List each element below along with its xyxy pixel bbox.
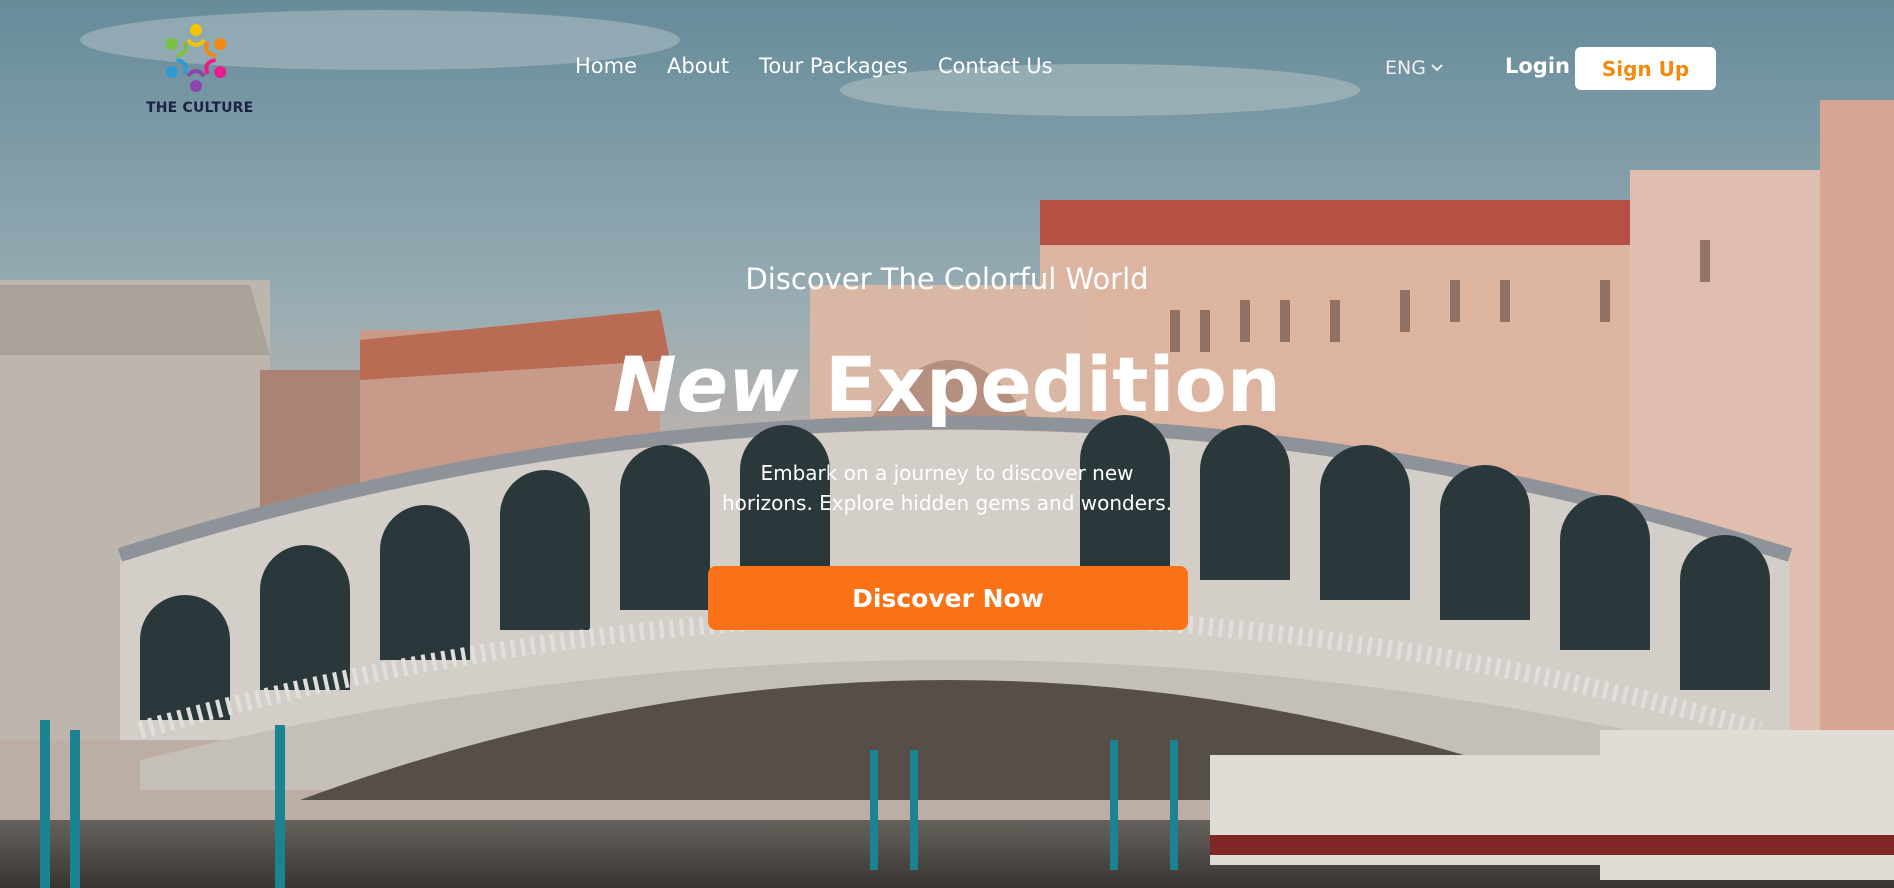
signup-button[interactable]: Sign Up <box>1575 47 1716 90</box>
nav-item-contact-us[interactable]: Contact Us <box>938 54 1053 78</box>
hero-subtitle-line-1: Embark on a journey to discover new <box>760 461 1134 485</box>
hero-headline: New Expedition <box>0 340 1894 430</box>
chevron-down-icon <box>1431 64 1443 72</box>
hero-subtitle-line-2: horizons. Explore hidden gems and wonder… <box>721 491 1173 515</box>
language-label: ENG <box>1385 57 1426 79</box>
login-link[interactable]: Login <box>1505 54 1570 78</box>
hero-section: THE CULTURE Home About Tour Packages Con… <box>0 0 1894 888</box>
discover-now-button[interactable]: Discover Now <box>708 566 1188 630</box>
hero-headline-italic: New <box>613 340 799 429</box>
brand-logo[interactable]: THE CULTURE <box>146 18 254 122</box>
nav-item-about[interactable]: About <box>667 54 729 78</box>
nav-item-home[interactable]: Home <box>575 54 637 78</box>
hero-overlay <box>0 0 1894 888</box>
main-nav: Home About Tour Packages Contact Us <box>575 54 1083 78</box>
language-selector[interactable]: ENG <box>1385 57 1444 79</box>
nav-item-tour-packages[interactable]: Tour Packages <box>759 54 908 78</box>
hero-eyebrow: Discover The Colorful World <box>745 262 1149 296</box>
hero-subtitle: Embark on a journey to discover new hori… <box>697 458 1197 518</box>
brand-name: THE CULTURE <box>146 100 254 116</box>
hero-headline-rest: Expedition <box>824 340 1281 429</box>
people-circle-logo-icon <box>165 24 227 92</box>
